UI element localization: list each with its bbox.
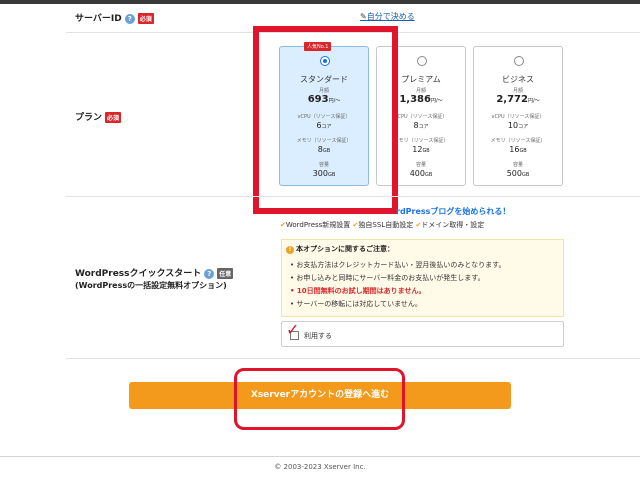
required-badge: 必須: [137, 13, 154, 24]
edit-server-id-text: 自分で決める: [366, 12, 415, 21]
plan-radio-premium[interactable]: [417, 56, 427, 66]
notice-title: ! 本オプションに関するご注意：: [286, 244, 394, 254]
copyright-text: © 2003-2023 Xserver Inc.: [274, 463, 366, 471]
use-checkbox-label: 利用する: [304, 332, 332, 340]
question-icon[interactable]: ?: [204, 268, 215, 279]
wp-promo-text: rdPressブログを始められる！: [396, 207, 511, 216]
plan-label: プラン: [75, 113, 103, 123]
plan-memory: 16GB: [509, 145, 527, 154]
warning-icon: !: [286, 246, 294, 254]
plan-name: ビジネス: [502, 75, 534, 84]
plan-radio-business[interactable]: [514, 56, 524, 66]
feature-item: WordPress新規設置: [285, 221, 351, 229]
vcpu-label: vCPU（リソース保証）: [491, 114, 545, 120]
question-icon[interactable]: ?: [124, 13, 135, 24]
memory-label: メモリ（リソース保証）: [490, 138, 546, 144]
server-id-label: サーバーID: [75, 14, 122, 24]
edit-server-id-link[interactable]: ✎自分で決める: [360, 11, 415, 22]
footer-divider: [0, 456, 640, 457]
server-id-label-row: サーバーID? 必須: [75, 11, 154, 24]
annotation-highlight-submit: [234, 368, 405, 430]
pencil-icon: ✎: [360, 12, 367, 21]
required-badge: 必須: [105, 112, 122, 123]
storage-label: 容量: [512, 162, 523, 168]
wp-notice-box: ! 本オプションに関するご注意： • お支払方法はクレジットカード払い・翌月後払い…: [281, 239, 564, 317]
notice-item: • お申し込みと同時にサーバー料金のお支払いが発生します。: [290, 274, 485, 282]
wp-quick-start-sublabel: (WordPressの一括設定無料オプション): [75, 281, 227, 290]
plan-card-business[interactable]: ビジネス 月額 2,772円/～ vCPU（リソース保証） 10コア メモリ（リ…: [473, 46, 563, 186]
wp-quick-start-label: WordPressクイックスタート: [75, 269, 202, 279]
divider: [66, 196, 640, 197]
notice-item: • サーバーの移転には対応していません。: [290, 300, 422, 308]
notice-item: • お支払方法はクレジットカード払い・翌月後払いのみとなります。: [290, 261, 506, 269]
notice-item-warning: • 10日間無料のお試し期間はありません。: [290, 287, 426, 295]
wp-features: ✔WordPress新規設置 ✔独自SSL自動設定 ✔ドメイン取得・設定: [280, 220, 484, 230]
plan-price: 2,772円/～: [496, 94, 540, 105]
feature-item: ドメイン取得・設定: [421, 221, 485, 229]
top-bar: [0, 0, 640, 4]
wp-quick-start-label-row: WordPressクイックスタート? 任意: [75, 266, 234, 279]
plan-vcpu: 10コア: [507, 121, 529, 130]
wp-use-checkbox-row[interactable]: ✓ 利用する: [281, 321, 564, 347]
annotation-highlight-plan: [253, 26, 398, 214]
divider: [66, 358, 640, 359]
optional-badge: 任意: [217, 268, 234, 279]
monthly-label: 月額: [512, 88, 523, 94]
feature-item: 独自SSL自動設定: [358, 221, 414, 229]
plan-storage: 500GB: [506, 169, 530, 178]
annotation-check-mark: ✓: [286, 320, 300, 339]
plan-label-row: プラン 必須: [75, 110, 122, 123]
